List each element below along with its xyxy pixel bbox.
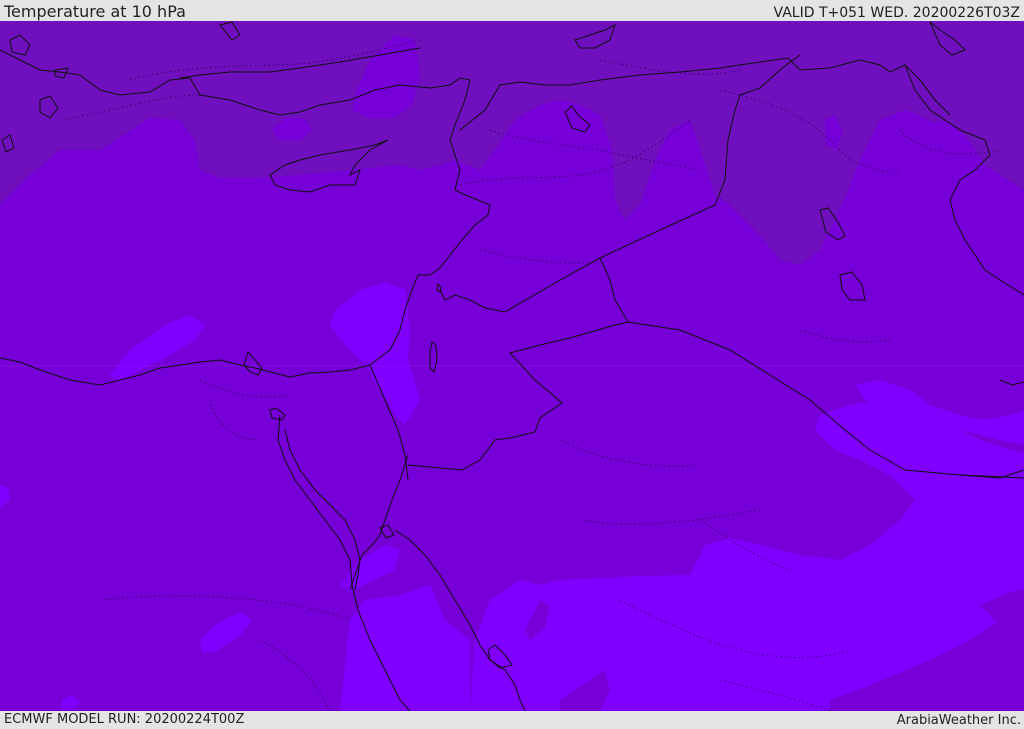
credit-label: ArabiaWeather Inc.: [896, 713, 1021, 728]
model-run-label: ECMWF MODEL RUN: 20200224T00Z: [4, 712, 245, 727]
map-title: Temperature at 10 hPa: [4, 2, 186, 21]
temperature-map[interactable]: [0, 21, 1024, 711]
valid-time-label: VALID T+051 WED. 20200226T03Z: [773, 5, 1020, 21]
